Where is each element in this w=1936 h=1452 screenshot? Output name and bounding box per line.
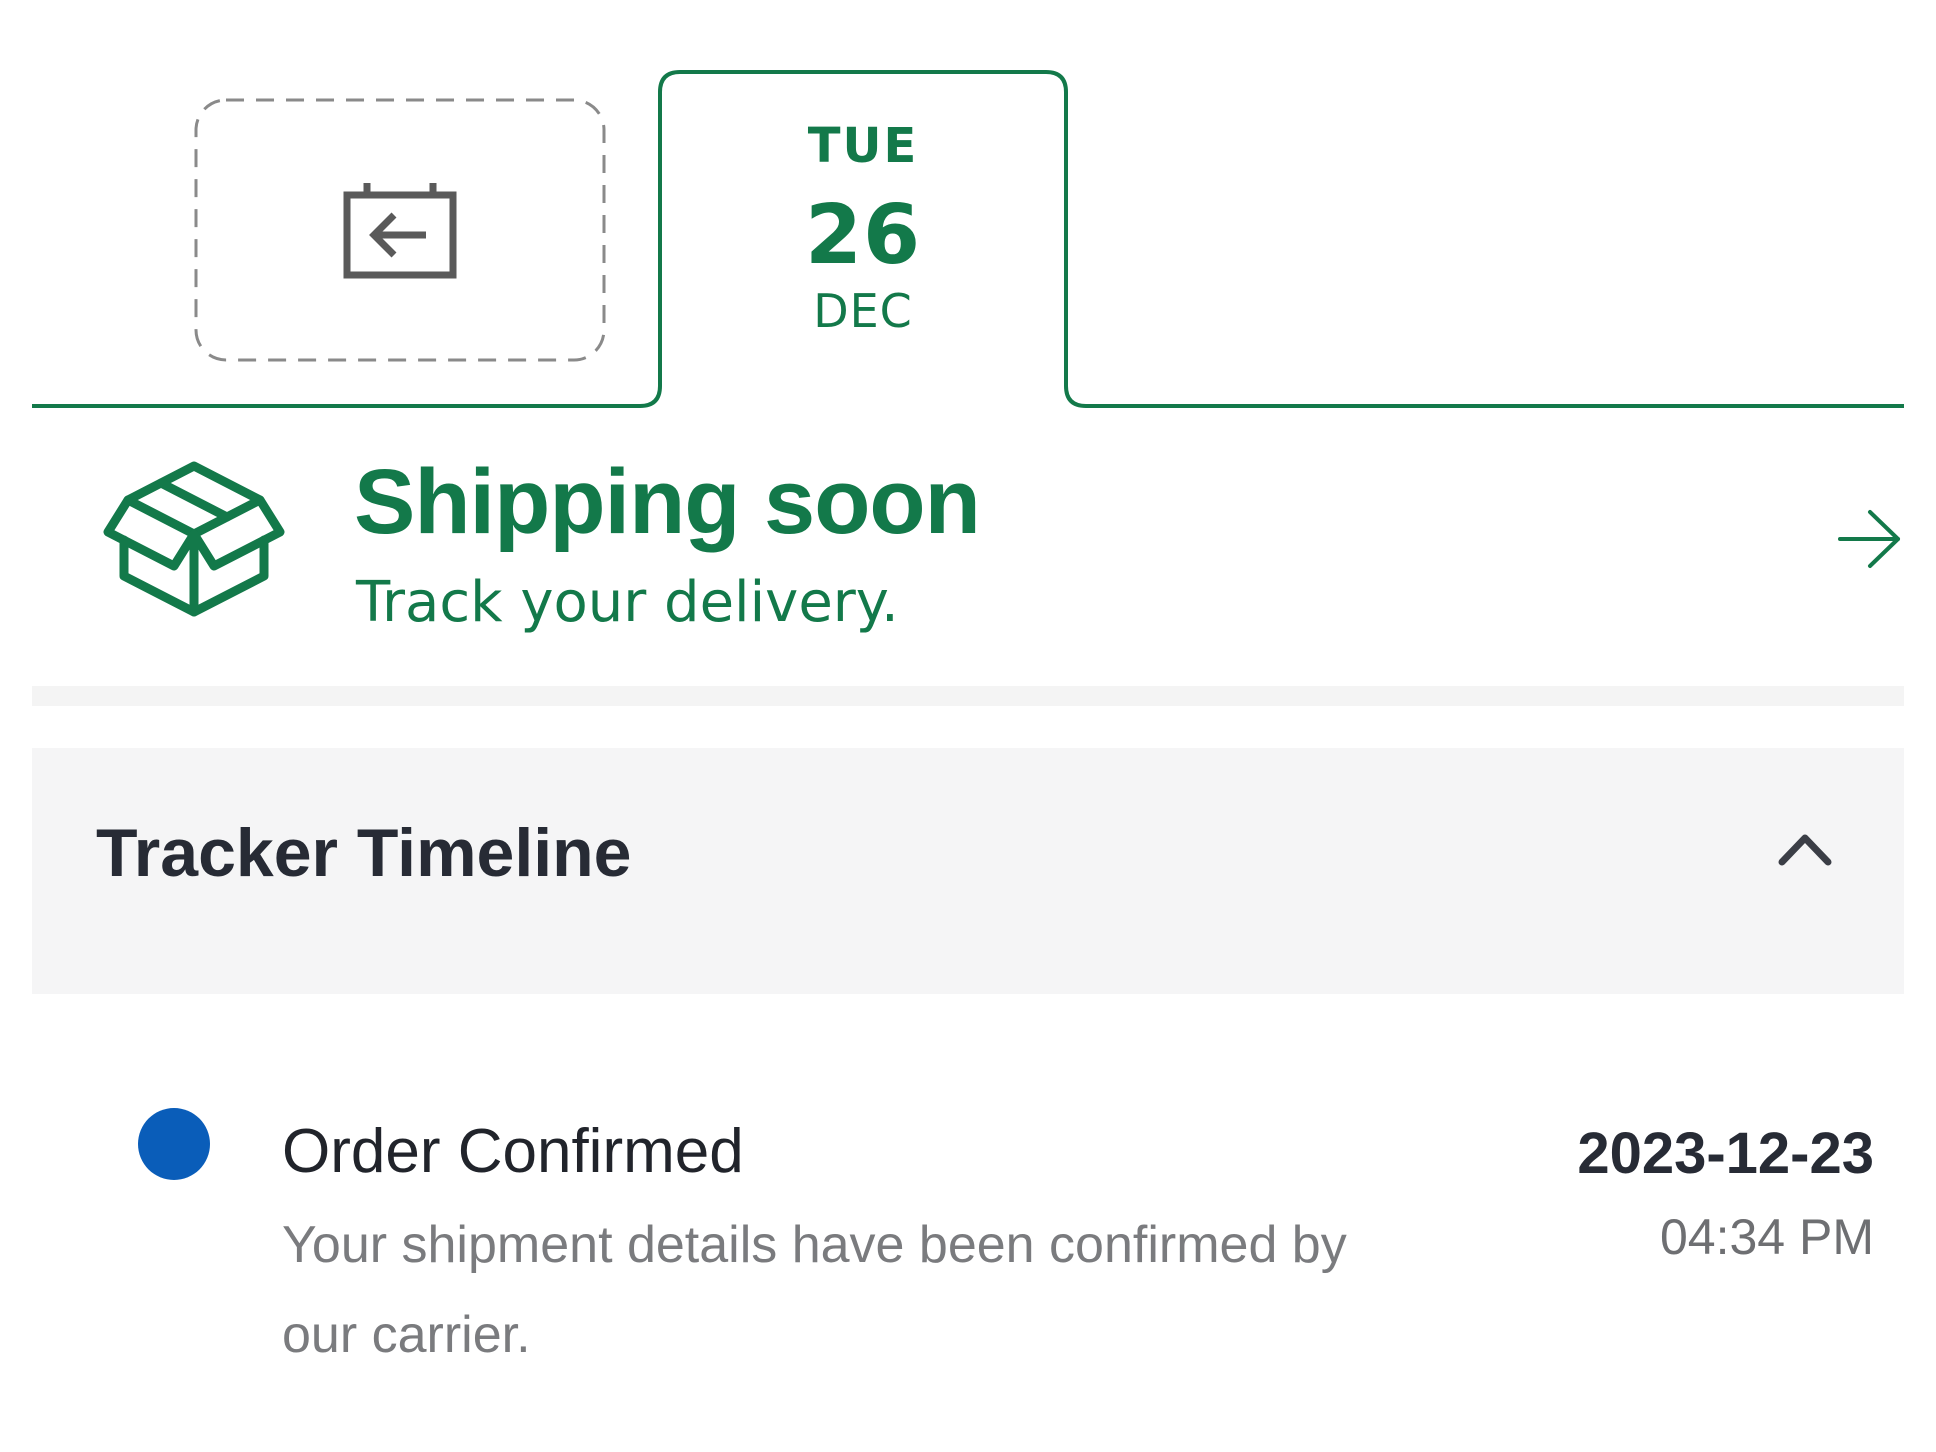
timeline-event: Order Confirmed Your shipment details ha… <box>32 1060 1904 1390</box>
event-time: 04:34 PM <box>1659 1209 1874 1265</box>
timeline-status-dot <box>138 1108 210 1180</box>
tracker-timeline-header[interactable]: Tracker Timeline <box>32 748 1904 994</box>
event-description: Your shipment details have been confirme… <box>282 1216 1347 1364</box>
section-divider <box>32 686 1904 706</box>
previous-date-button[interactable] <box>194 98 606 362</box>
shipping-status-subtitle: Track your delivery. <box>356 570 899 635</box>
date-weekday: TUE <box>807 118 919 174</box>
date-day: 26 <box>804 188 922 283</box>
shipping-status-title: Shipping soon <box>354 451 981 553</box>
event-title: Order Confirmed <box>282 1117 744 1186</box>
date-tab-strip: TUE 26 DEC <box>0 0 1936 420</box>
package-box-icon <box>102 460 286 620</box>
selected-date-tab[interactable]: TUE 26 DEC <box>660 72 1066 402</box>
event-date: 2023-12-23 <box>1577 1121 1874 1186</box>
tracker-timeline-title: Tracker Timeline <box>96 815 632 891</box>
arrow-right-icon[interactable] <box>1836 508 1902 570</box>
shipping-status-banner[interactable]: Shipping soon Track your delivery. <box>32 420 1904 682</box>
calendar-return-icon <box>342 181 458 279</box>
date-month: DEC <box>813 284 913 338</box>
chevron-up-icon[interactable] <box>1776 828 1834 868</box>
